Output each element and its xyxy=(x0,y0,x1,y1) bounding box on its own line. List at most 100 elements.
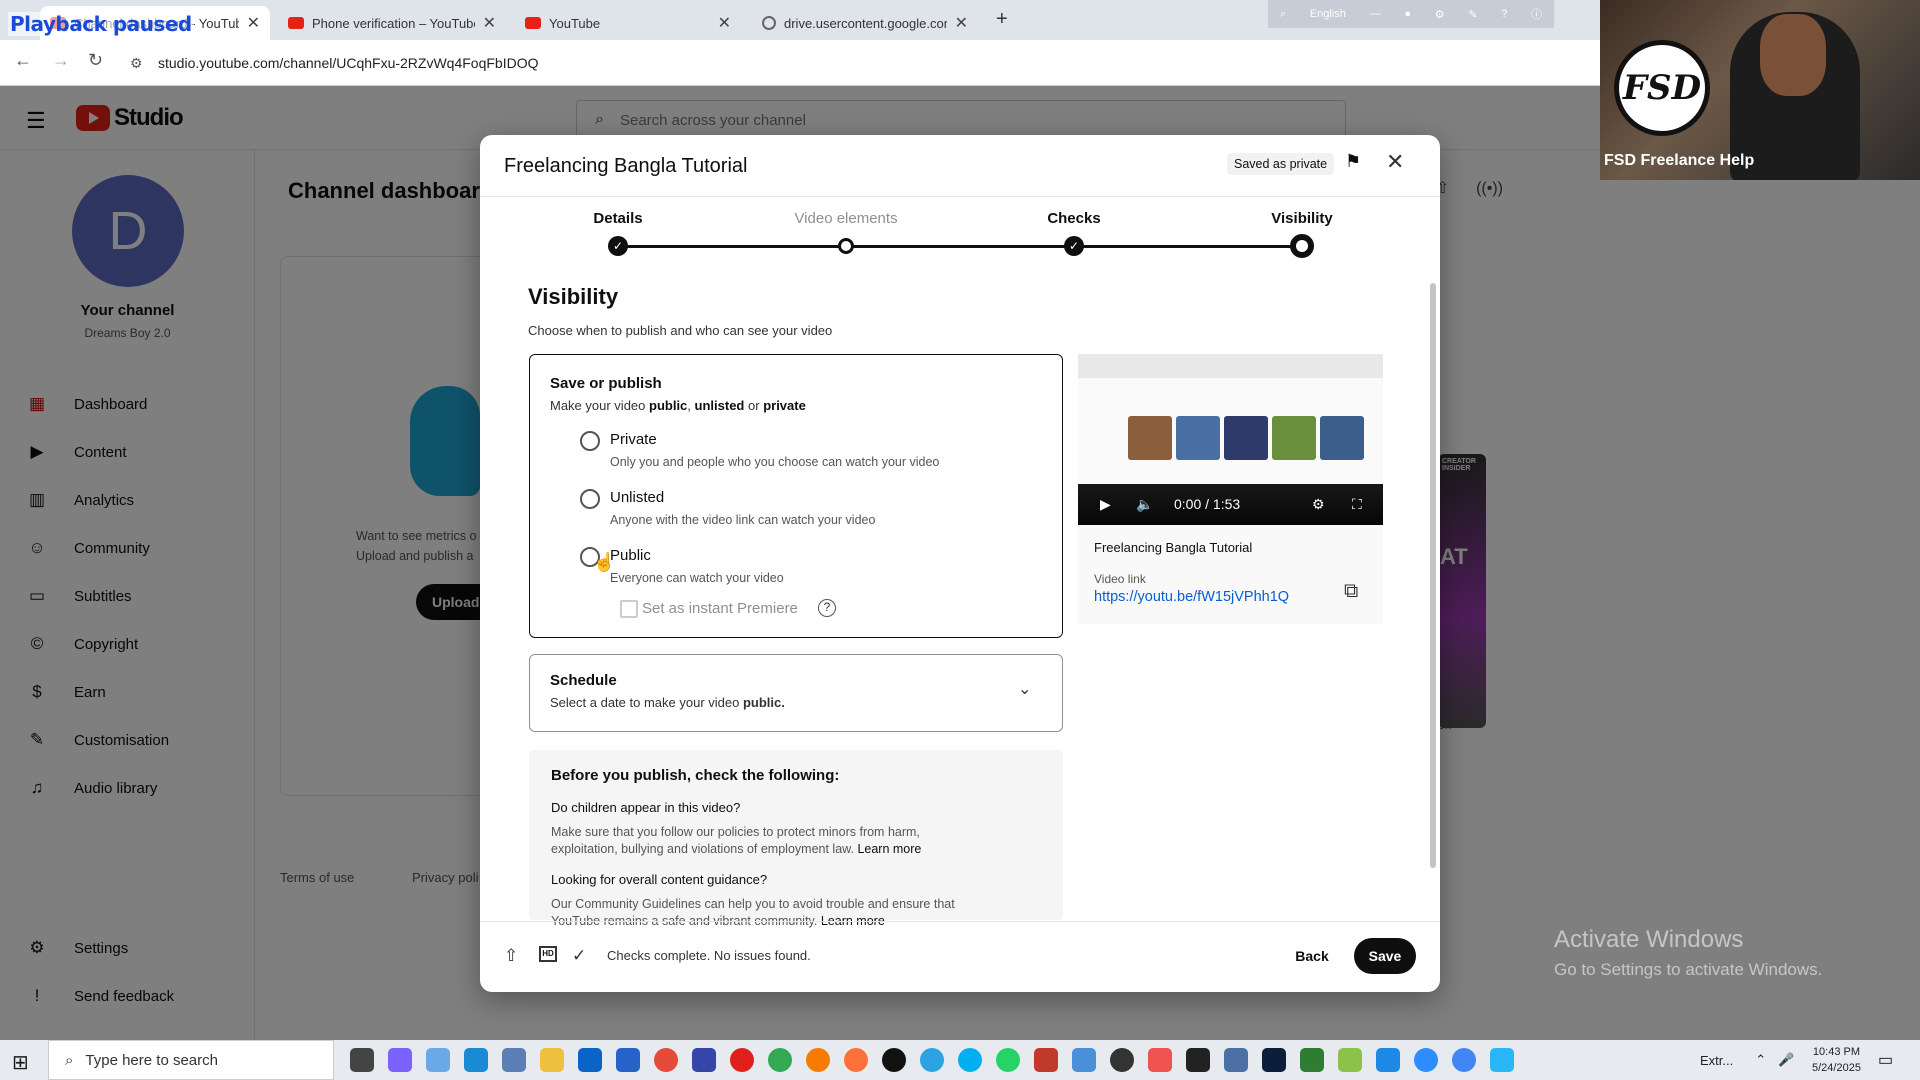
minus-icon[interactable]: — xyxy=(1370,8,1381,20)
instant-premiere-checkbox[interactable] xyxy=(620,600,638,618)
app-icon[interactable] xyxy=(1490,1048,1514,1072)
search-icon[interactable]: ⌕ xyxy=(1280,8,1286,21)
video-tile xyxy=(1176,416,1220,460)
webcam-overlay: FSD FSD Freelance Help xyxy=(1600,0,1920,180)
chrome-icon[interactable] xyxy=(1452,1048,1476,1072)
windows-start-icon[interactable]: ⊞ xyxy=(12,1050,29,1075)
volume-icon[interactable]: 🔈 xyxy=(1136,496,1153,513)
tiktok-icon[interactable] xyxy=(882,1048,906,1072)
close-icon[interactable]: ✕ xyxy=(247,13,260,33)
save-button[interactable]: Save xyxy=(1354,938,1416,974)
app-icon[interactable] xyxy=(806,1048,830,1072)
app-icon[interactable] xyxy=(1072,1048,1096,1072)
task-view-icon[interactable] xyxy=(350,1048,374,1072)
globe-icon xyxy=(762,16,776,30)
subtitle-text: Make your video xyxy=(550,398,646,413)
gear-icon[interactable]: ⚙ xyxy=(1312,496,1325,513)
telegram-icon[interactable] xyxy=(920,1048,944,1072)
app-icon[interactable] xyxy=(1376,1048,1400,1072)
mic-icon[interactable]: 🎤 xyxy=(1778,1052,1794,1068)
video-player[interactable]: ▶ 🔈 0:00 / 1:53 ⚙ ⛶ xyxy=(1078,354,1383,525)
whatsapp-icon[interactable] xyxy=(996,1048,1020,1072)
notification-icon[interactable]: ▭ xyxy=(1878,1050,1893,1070)
gear-icon[interactable]: ⚙ xyxy=(1435,8,1445,21)
app-icon[interactable] xyxy=(1110,1048,1134,1072)
forward-arrow-icon[interactable]: → xyxy=(52,50,70,71)
dialog-scrollbar[interactable] xyxy=(1430,283,1436,868)
video-link[interactable]: https://youtu.be/fW15jVPhh1Q xyxy=(1094,589,1289,605)
schedule-panel[interactable]: Schedule Select a date to make your vide… xyxy=(529,654,1063,732)
tab-drive[interactable]: drive.usercontent.google.com ✕ xyxy=(752,6,978,40)
subtitle-unlisted: unlisted xyxy=(694,398,745,413)
site-info-icon[interactable]: ⚙ xyxy=(130,55,143,72)
outlook-icon[interactable] xyxy=(578,1048,602,1072)
copilot-icon[interactable] xyxy=(388,1048,412,1072)
firefox-icon[interactable] xyxy=(844,1048,868,1072)
step-details[interactable]: Details xyxy=(528,210,708,227)
url-field[interactable]: studio.youtube.com/channel/UCqhFxu-2RZvW… xyxy=(158,55,539,71)
info-icon[interactable]: ⓘ xyxy=(1531,6,1542,22)
tab-label: drive.usercontent.google.com xyxy=(784,15,947,31)
extension-toolbar[interactable]: ⌕ English — ● ⚙ ✎ ? ⓘ xyxy=(1268,0,1554,28)
app-icon[interactable] xyxy=(1300,1048,1324,1072)
zoom-icon[interactable] xyxy=(1414,1048,1438,1072)
chrome-icon[interactable] xyxy=(654,1048,678,1072)
tray-app-label[interactable]: Extr... xyxy=(1700,1053,1733,1068)
play-icon[interactable]: ▶ xyxy=(1100,496,1111,513)
fullscreen-icon[interactable]: ⛶ xyxy=(1352,496,1362,513)
chevron-up-icon[interactable]: ⌃ xyxy=(1755,1052,1766,1068)
anydesk-icon[interactable] xyxy=(1148,1048,1172,1072)
app-icon[interactable] xyxy=(1034,1048,1058,1072)
help-icon[interactable]: ? xyxy=(818,599,836,617)
check-circle-icon[interactable]: ✓ xyxy=(572,946,586,966)
new-tab-icon[interactable]: + xyxy=(996,8,1008,31)
capcut-icon[interactable] xyxy=(1186,1048,1210,1072)
close-icon[interactable]: ✕ xyxy=(483,13,496,33)
store-icon[interactable] xyxy=(616,1048,640,1072)
learn-more-link[interactable]: Learn more xyxy=(857,842,921,856)
hd-icon[interactable]: HD xyxy=(539,946,557,962)
radio-private-label[interactable]: Private xyxy=(610,431,657,448)
close-icon[interactable]: ✕ xyxy=(718,13,731,33)
close-icon[interactable]: ✕ xyxy=(1386,149,1404,175)
dialog-title: Freelancing Bangla Tutorial xyxy=(504,155,748,177)
pen-icon[interactable]: ✎ xyxy=(1468,8,1477,21)
radio-public-label[interactable]: Public xyxy=(610,547,651,564)
app-icon[interactable] xyxy=(1224,1048,1248,1072)
step-video-elements[interactable]: Video elements xyxy=(756,210,936,227)
back-arrow-icon[interactable]: ← xyxy=(14,50,32,71)
radio-unlisted-label[interactable]: Unlisted xyxy=(610,489,664,506)
chevron-down-icon[interactable]: ⌄ xyxy=(1018,679,1031,699)
copy-icon[interactable]: ⧉ xyxy=(1344,580,1358,603)
app-icon[interactable] xyxy=(426,1048,450,1072)
tab-phone-verification[interactable]: Phone verification – YouTube ✕ xyxy=(278,6,506,40)
close-icon[interactable]: ✕ xyxy=(955,13,968,33)
radio-unlisted[interactable] xyxy=(580,489,600,509)
taskbar-clock[interactable]: 10:43 PM 5/24/2025 xyxy=(1812,1044,1861,1076)
step-checks[interactable]: Checks xyxy=(984,210,1164,227)
radio-private[interactable] xyxy=(580,431,600,451)
file-explorer-icon[interactable] xyxy=(540,1048,564,1072)
skype-icon[interactable] xyxy=(958,1048,982,1072)
calculator-icon[interactable] xyxy=(502,1048,526,1072)
tab-youtube[interactable]: YouTube ✕ xyxy=(515,6,741,40)
report-icon[interactable]: ⚑ xyxy=(1345,151,1361,172)
radio-public-desc: Everyone can watch your video xyxy=(610,571,784,585)
step-visibility[interactable]: Visibility xyxy=(1212,210,1392,227)
bluestacks-icon[interactable] xyxy=(1338,1048,1362,1072)
back-button[interactable]: Back xyxy=(1286,938,1338,974)
taskbar-search-input[interactable]: ⌕ Type here to search xyxy=(48,1040,334,1080)
instant-premiere-label[interactable]: Set as instant Premiere xyxy=(642,600,798,617)
save-or-publish-panel: Save or publish Make your video public, … xyxy=(529,354,1063,638)
edge-icon[interactable] xyxy=(464,1048,488,1072)
upload-icon[interactable]: ⇧ xyxy=(504,946,518,966)
tab-label: Phone verification – YouTube xyxy=(312,15,475,31)
opera-icon[interactable] xyxy=(730,1048,754,1072)
language-label[interactable]: English xyxy=(1310,8,1346,20)
photoshop-icon[interactable] xyxy=(1262,1048,1286,1072)
help-icon[interactable]: ? xyxy=(1501,8,1507,20)
mic-icon[interactable]: ● xyxy=(1404,8,1411,20)
chrome-icon[interactable] xyxy=(768,1048,792,1072)
reload-icon[interactable]: ↻ xyxy=(88,50,103,71)
app-icon[interactable] xyxy=(692,1048,716,1072)
